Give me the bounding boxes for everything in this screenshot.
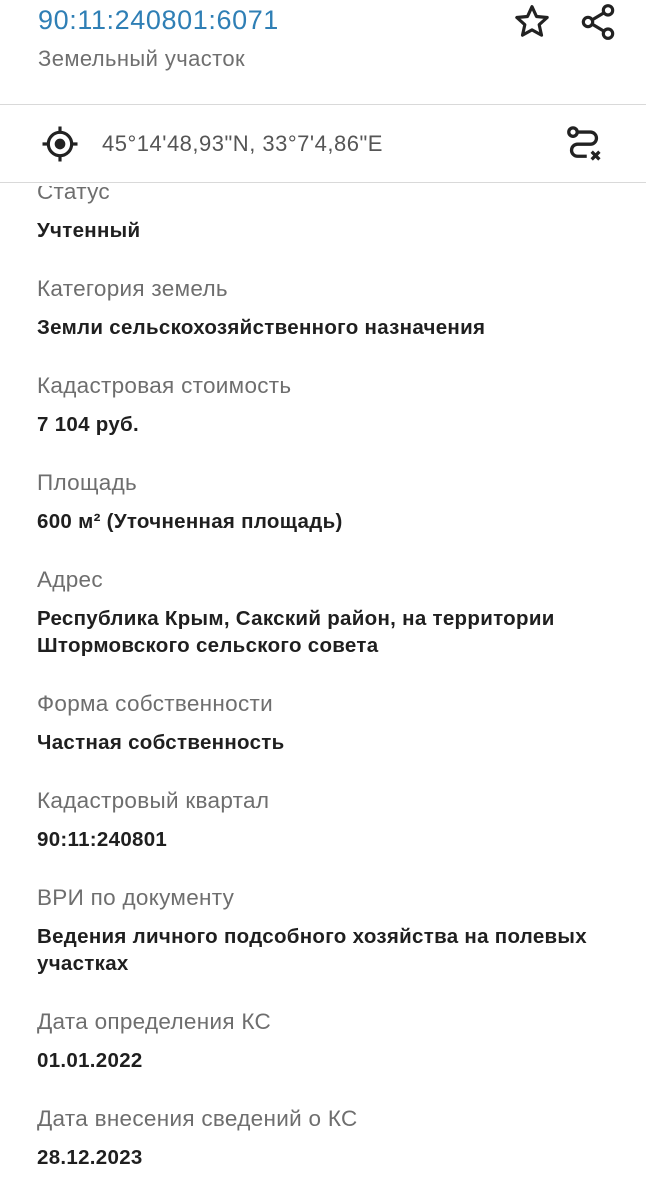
share-icon xyxy=(581,4,615,40)
field-label: Кадастровая стоимость xyxy=(37,373,292,398)
field-ownership: Форма собственности Частная собственност… xyxy=(37,688,637,756)
favorite-button[interactable] xyxy=(510,0,554,44)
field-label: ВРИ по документу xyxy=(37,885,235,910)
field-label: Площадь xyxy=(37,470,138,495)
route-button[interactable] xyxy=(562,122,606,166)
field-value: 28.12.2023 xyxy=(37,1146,143,1169)
field-value: Земли сельскохозяйственного назначения xyxy=(37,316,486,339)
field-label: Статус xyxy=(37,179,110,204)
field-value: Республика Крым, Сакский район, на терри… xyxy=(37,607,555,657)
field-permitted-use: ВРИ по документу Ведения личного подсобн… xyxy=(37,882,637,977)
route-icon xyxy=(567,126,601,161)
field-cadastral-cost: Кадастровая стоимость 7 104 руб. xyxy=(37,370,637,438)
field-value: Учтенный xyxy=(37,219,141,242)
field-address: Адрес Республика Крым, Сакский район, на… xyxy=(37,564,637,659)
field-value: 7 104 руб. xyxy=(37,413,140,436)
field-label: Кадастровый квартал xyxy=(37,788,270,813)
locate-button[interactable] xyxy=(38,122,82,166)
field-label: Адрес xyxy=(37,567,103,592)
object-header: 90:11:240801:6071 Земельный участок xyxy=(0,0,646,104)
field-area: Площадь 600 м² (Уточненная площадь) xyxy=(37,467,637,535)
field-value: Частная собственность xyxy=(37,731,285,754)
field-cost-date: Дата определения КС 01.01.2022 xyxy=(37,1006,637,1074)
field-cadastral-quarter: Кадастровый квартал 90:11:240801 xyxy=(37,785,637,853)
field-label: Дата определения КС xyxy=(37,1009,272,1034)
field-cost-entry-date: Дата внесения сведений о КС 28.12.2023 xyxy=(37,1103,637,1171)
field-value: Ведения личного подсобного хозяйства на … xyxy=(37,925,587,975)
target-icon xyxy=(42,126,78,162)
share-button[interactable] xyxy=(576,0,620,44)
cadastral-number[interactable]: 90:11:240801:6071 xyxy=(38,5,279,36)
coordinates-text[interactable]: 45°14'48,93"N, 33°7'4,86"E xyxy=(102,131,383,157)
field-land-category: Категория земель Земли сельскохозяйствен… xyxy=(37,273,637,341)
field-status: Статус Учтенный xyxy=(37,176,637,244)
coordinates-row: 45°14'48,93"N, 33°7'4,86"E xyxy=(0,105,646,182)
field-label: Категория земель xyxy=(37,276,228,301)
star-icon xyxy=(515,5,549,37)
field-label: Дата внесения сведений о КС xyxy=(37,1106,358,1131)
field-value[interactable]: 90:11:240801 xyxy=(37,826,637,853)
field-value: 01.01.2022 xyxy=(37,1049,143,1072)
property-details: Статус Учтенный Категория земель Земли с… xyxy=(37,176,637,1171)
field-value: 600 м² (Уточненная площадь) xyxy=(37,510,343,533)
field-label: Форма собственности xyxy=(37,691,273,716)
object-type: Земельный участок xyxy=(38,46,246,71)
